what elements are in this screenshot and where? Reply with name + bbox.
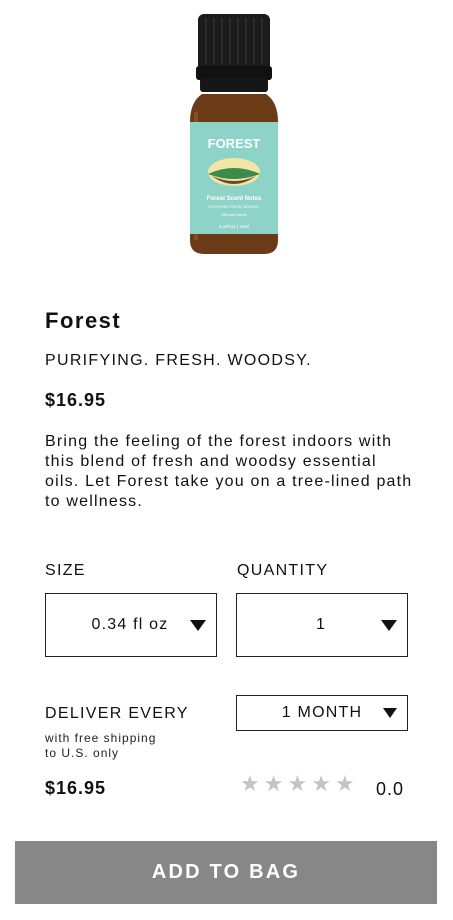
chevron-down-icon — [383, 708, 397, 718]
star-icon[interactable]: ★ — [311, 773, 331, 797]
rating-value: 0.0 — [376, 779, 405, 799]
size-value: 0.34 fl oz — [91, 616, 169, 633]
product-description: Bring the feeling of the forest indoors … — [45, 433, 413, 510]
quantity-value: 1 — [315, 616, 327, 633]
size-label: SIZE — [45, 562, 86, 579]
label-sub-notes: PURIFYING. FRESH. WOODSY. — [208, 205, 259, 209]
shipping-note-line2: to U.S. only — [45, 746, 120, 760]
add-to-bag-button[interactable]: ADD TO BAG — [15, 841, 437, 904]
quantity-label: QUANTITY — [237, 562, 329, 579]
summary-price: $16.95 — [45, 778, 107, 798]
product-price: $16.95 — [45, 390, 107, 410]
star-icon[interactable]: ★ — [287, 773, 307, 797]
delivery-frequency-value: 1 MONTH — [281, 704, 363, 721]
chevron-down-icon — [190, 619, 206, 631]
label-volume: 0.34fl.oz | 10ml — [219, 224, 249, 229]
label-name: FOREST — [208, 136, 261, 151]
product-image: FOREST Forest Scent Notes PURIFYING. FRE… — [190, 14, 278, 254]
chevron-down-icon — [381, 619, 397, 631]
quantity-select[interactable]: 1 — [236, 593, 408, 657]
deliver-every-label: DELIVER EVERY — [45, 705, 189, 722]
delivery-frequency-select[interactable]: 1 MONTH — [236, 695, 408, 731]
shipping-note-line1: with free shipping — [45, 731, 157, 745]
label-scent-notes: Forest Scent Notes — [207, 196, 262, 202]
size-select[interactable]: 0.34 fl oz — [45, 593, 217, 657]
star-icon[interactable]: ★ — [264, 773, 284, 797]
product-tagline: PURIFYING. FRESH. WOODSY. — [45, 352, 312, 369]
shipping-note: with free shipping to U.S. only — [45, 731, 156, 761]
label-use: Diffuser Blend — [221, 212, 246, 217]
star-icon[interactable]: ★ — [335, 773, 355, 797]
star-icon[interactable]: ★ — [240, 773, 260, 797]
star-rating[interactable]: ★ ★ ★ ★ ★ — [240, 773, 355, 797]
product-title: Forest — [45, 308, 122, 333]
